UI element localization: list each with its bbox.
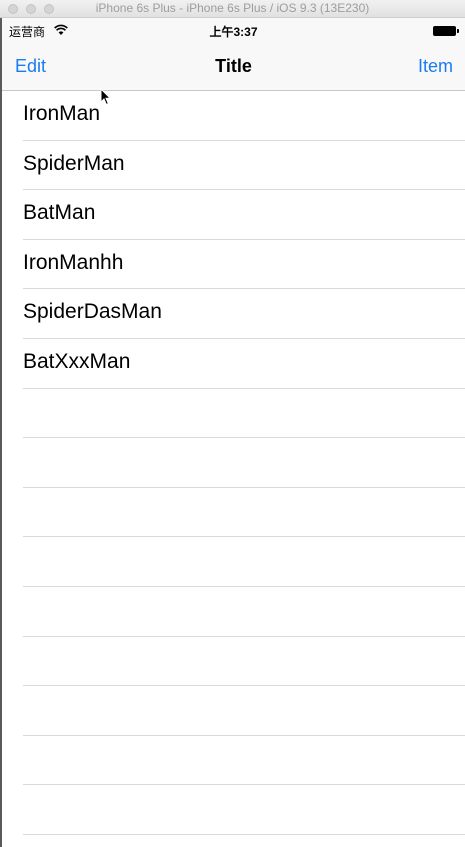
- status-bar: 运营商 上午3:37: [2, 18, 465, 44]
- empty-table-row: [2, 785, 465, 835]
- empty-table-row: [2, 537, 465, 587]
- item-button[interactable]: Item: [418, 56, 453, 77]
- table-row[interactable]: IronManhh: [2, 240, 465, 290]
- row-separator: [23, 833, 465, 835]
- battery-icon: [433, 26, 459, 36]
- empty-table-row: [2, 438, 465, 488]
- row-label: IronManhh: [23, 250, 124, 274]
- row-label: BatXxxMan: [23, 349, 131, 373]
- table-row[interactable]: IronMan: [2, 91, 465, 141]
- status-time: 上午3:37: [209, 25, 258, 39]
- table-view[interactable]: IronMan SpiderMan BatMan IronManhh Spide…: [2, 91, 465, 835]
- empty-table-row: [2, 686, 465, 736]
- table-row[interactable]: BatXxxMan: [2, 339, 465, 389]
- table-row[interactable]: SpiderMan: [2, 141, 465, 191]
- window-title: iPhone 6s Plus - iPhone 6s Plus / iOS 9.…: [95, 1, 370, 15]
- edit-button[interactable]: Edit: [15, 56, 46, 77]
- navigation-bar: Edit Title Item: [2, 44, 465, 91]
- empty-table-row: [2, 488, 465, 538]
- empty-table-row: [2, 389, 465, 439]
- empty-table-row: [2, 637, 465, 687]
- row-label: IronMan: [23, 102, 101, 125]
- nav-title: Title: [215, 56, 252, 76]
- empty-table-row: [2, 587, 465, 637]
- row-label: BatMan: [23, 201, 96, 225]
- table-row[interactable]: BatMan: [2, 190, 465, 240]
- simulator-title-bar: iPhone 6s Plus - iPhone 6s Plus / iOS 9.…: [0, 0, 465, 18]
- table-row[interactable]: SpiderDasMan: [2, 289, 465, 339]
- empty-table-row: [2, 736, 465, 786]
- row-label: SpiderDasMan: [23, 300, 162, 324]
- mouse-pointer-icon: [100, 88, 112, 106]
- device-screen: 运营商 上午3:37 Edit Title Item IronMan Spide…: [0, 18, 465, 847]
- row-label: SpiderMan: [23, 151, 125, 175]
